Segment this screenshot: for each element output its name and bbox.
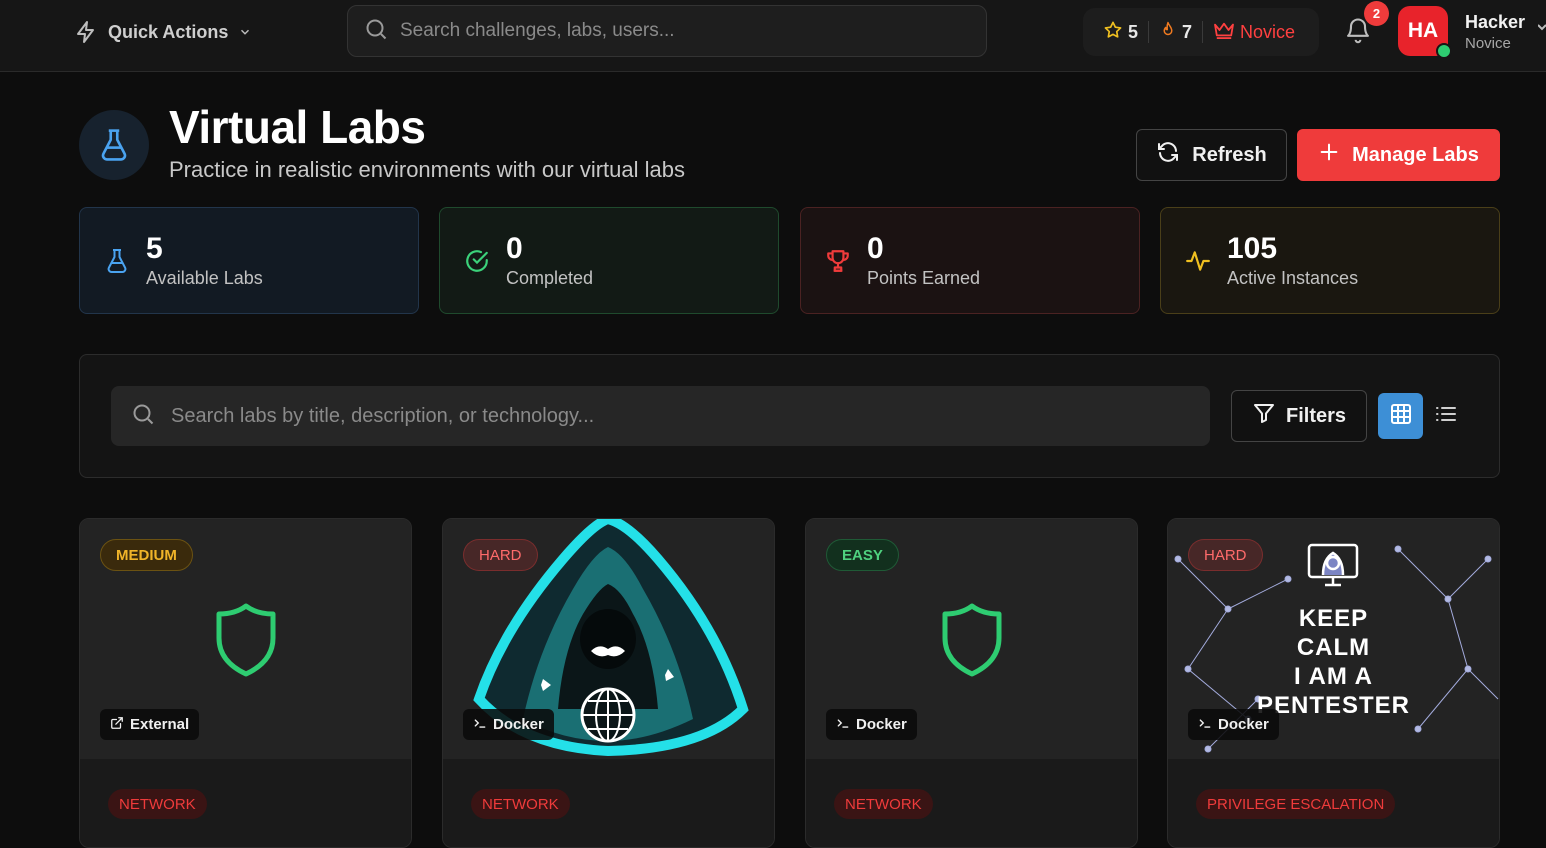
filters-label: Filters [1285, 404, 1347, 427]
labs-search[interactable] [111, 386, 1210, 446]
user-name[interactable]: Hacker [1465, 12, 1525, 33]
stat-value: 5 [146, 232, 163, 265]
page-title: Virtual Labs [169, 101, 426, 153]
labs-search-input[interactable] [171, 404, 1171, 428]
shield-icon [942, 603, 1002, 677]
page-subtitle: Practice in realistic environments with … [169, 157, 685, 182]
search-icon [131, 402, 155, 431]
stat-value: 0 [867, 232, 884, 265]
plus-icon [1318, 141, 1340, 169]
rank-label: Novice [1240, 21, 1296, 42]
tech-badge: Docker [463, 709, 554, 740]
lab-card-body: NETWORK [443, 759, 774, 847]
list-icon [1434, 402, 1458, 431]
tech-label: Docker [1218, 716, 1269, 733]
tech-badge: Docker [1188, 709, 1279, 740]
search-icon [364, 17, 388, 46]
stat-points-earned: 0 Points Earned [800, 207, 1140, 314]
online-status-dot [1436, 43, 1452, 59]
refresh-icon [1156, 140, 1180, 170]
difficulty-badge: EASY [826, 539, 899, 571]
global-search-input[interactable] [400, 20, 960, 42]
external-link-icon [110, 716, 124, 734]
lab-card-media: EASY Docker [806, 519, 1137, 759]
stat-available-labs: 5 Available Labs [79, 207, 419, 314]
difficulty-badge: HARD [1188, 539, 1263, 571]
manage-labs-button[interactable]: Manage Labs [1297, 129, 1500, 181]
poster-line: KEEP [1298, 605, 1369, 632]
terminal-icon [1198, 716, 1212, 734]
stat-active-instances: 105 Active Instances [1160, 207, 1500, 314]
trophy-icon [825, 246, 851, 276]
terminal-icon [836, 716, 850, 734]
list-view-button[interactable] [1426, 393, 1466, 439]
user-stats-pill: 5 7 Novice [1083, 8, 1319, 56]
activity-icon [1185, 246, 1211, 276]
lab-card-body: PRIVILEGE ESCALATION [1168, 759, 1499, 847]
grid-view-button[interactable] [1378, 393, 1423, 439]
tech-label: Docker [856, 716, 907, 733]
streak-stat: 7 [1159, 20, 1202, 45]
tech-label: Docker [493, 716, 544, 733]
stars-count: 5 [1128, 21, 1139, 42]
streak-count: 7 [1182, 21, 1193, 42]
notification-badge: 2 [1364, 1, 1389, 26]
refresh-button[interactable]: Refresh [1136, 129, 1287, 181]
divider [1148, 21, 1150, 43]
lab-card-media: MEDIUM External [80, 519, 411, 759]
divider [1202, 21, 1204, 43]
stat-value: 0 [506, 232, 523, 265]
difficulty-badge: MEDIUM [100, 539, 193, 571]
grid-icon [1389, 402, 1413, 431]
quick-actions-label: Quick Actions [108, 21, 229, 42]
lab-card[interactable]: MEDIUM External NETWORK [79, 518, 412, 848]
flask-icon [79, 110, 149, 180]
lab-card[interactable]: HARD Docker NETWORK [442, 518, 775, 848]
star-icon [1103, 20, 1123, 45]
category-badge: PRIVILEGE ESCALATION [1196, 789, 1396, 819]
stat-label: Completed [506, 268, 594, 288]
flame-icon [1159, 20, 1177, 45]
crown-icon [1213, 21, 1235, 44]
terminal-icon [473, 716, 487, 734]
tech-badge: External [100, 709, 200, 740]
poster-line: I AM A [1294, 663, 1373, 690]
lab-card-media: HARD Docker [443, 519, 774, 759]
stat-completed: 0 Completed [439, 207, 779, 314]
shield-icon [216, 603, 276, 677]
stars-stat: 5 [1103, 20, 1148, 45]
check-circle-icon [464, 246, 490, 276]
lab-card-body: NETWORK [80, 759, 411, 847]
chevron-down-icon[interactable] [1537, 20, 1546, 39]
quick-actions-menu[interactable]: Quick Actions [74, 18, 252, 46]
stat-label: Active Instances [1227, 268, 1359, 288]
filter-icon [1252, 401, 1276, 431]
lab-card[interactable]: KEEP CALM I AM A PENTESTER HARD Docker P… [1167, 518, 1500, 848]
chevron-down-icon [238, 25, 252, 39]
stat-label: Points Earned [867, 268, 981, 288]
lab-card-body: NETWORK [806, 759, 1137, 847]
tech-badge: Docker [826, 709, 917, 740]
difficulty-badge: HARD [463, 539, 538, 571]
manage-labs-label: Manage Labs [1352, 143, 1479, 166]
category-badge: NETWORK [108, 789, 207, 819]
stat-value: 105 [1227, 232, 1278, 265]
user-rank: Novice [1465, 35, 1511, 52]
lab-card[interactable]: EASY Docker NETWORK [805, 518, 1138, 848]
stat-label: Available Labs [146, 268, 263, 288]
lab-card-media: KEEP CALM I AM A PENTESTER HARD Docker [1168, 519, 1499, 759]
tech-label: External [130, 716, 190, 733]
refresh-label: Refresh [1192, 143, 1267, 166]
rank-stat: Novice [1213, 21, 1305, 44]
filters-button[interactable]: Filters [1231, 390, 1367, 442]
poster-line: CALM [1296, 634, 1371, 661]
hacker-monitor-icon [1307, 543, 1359, 587]
lightning-icon [74, 20, 98, 44]
global-search[interactable] [347, 5, 987, 57]
top-bar: Quick Actions 5 7 Novice [0, 0, 1546, 72]
category-badge: NETWORK [471, 789, 570, 819]
flask-icon [104, 246, 130, 276]
category-badge: NETWORK [834, 789, 933, 819]
